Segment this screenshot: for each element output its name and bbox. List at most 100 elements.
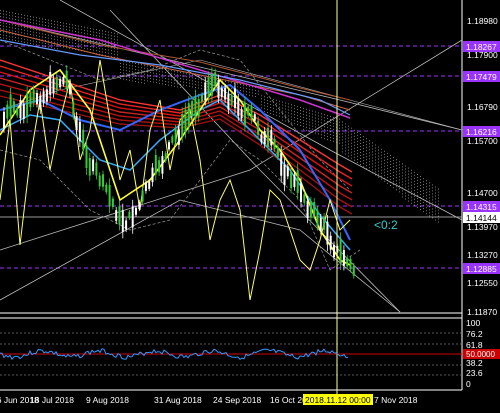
cloud-dot (45, 43, 46, 44)
cloud-dot (75, 28, 76, 29)
cloud-dot (318, 124, 319, 126)
cloud-dot (396, 177, 397, 179)
cloud-dot (84, 44, 85, 46)
cloud-dot (309, 121, 310, 123)
cloud-dot (27, 30, 28, 32)
cloud-dot (192, 80, 193, 82)
candle-body (290, 171, 293, 189)
level-price-label: 1.16216 (466, 127, 497, 137)
candle-body (78, 121, 81, 142)
price-axis[interactable]: 1.18980 1.17900 1.16790 1.15700 1.14700 … (463, 16, 500, 317)
cloud-dot (438, 200, 439, 202)
cloud-dot (120, 72, 121, 73)
candle-body (82, 129, 85, 150)
cloud-dot (3, 22, 4, 24)
cloud-dot (330, 137, 331, 138)
cloud-dot (93, 31, 94, 33)
candle-body (69, 82, 71, 95)
price-tick-label: 1.15700 (467, 136, 498, 146)
cloud-dot (3, 16, 4, 18)
cloud-dot (201, 79, 202, 81)
candle-body (22, 104, 25, 119)
time-axis[interactable]: 26 Jun 2018 18 Jul 2018 9 Aug 2018 31 Au… (0, 394, 418, 405)
cloud-dot (324, 138, 325, 140)
candle-body (326, 221, 329, 245)
cloud-dot (6, 35, 7, 37)
cloud-dot (369, 140, 370, 142)
cloud-dot (180, 75, 181, 76)
cloud-dot (309, 124, 310, 126)
cloud-dot (411, 199, 412, 201)
cloud-dot (168, 78, 169, 80)
candle-body (36, 93, 38, 105)
cloud-dot (165, 75, 166, 76)
candle-body (92, 159, 95, 172)
cloud-dot (264, 111, 265, 113)
cloud-dot (420, 176, 421, 177)
cloud-dot (288, 118, 289, 120)
cloud-dot (6, 17, 7, 19)
cloud-dot (9, 29, 10, 31)
cloud-dot (30, 34, 31, 35)
cloud-dot (381, 154, 382, 156)
chart-plot-area[interactable] (0, 0, 463, 394)
cloud-dot (288, 115, 289, 117)
cloud-dot (15, 19, 16, 20)
cloud-dot (33, 16, 34, 18)
cloud-dot (426, 189, 427, 191)
cloud-dot (171, 70, 172, 72)
cloud-dot (378, 164, 379, 166)
cloud-dot (126, 64, 127, 66)
cloud-dot (114, 35, 115, 37)
cloud-dot (339, 127, 340, 129)
cloud-dot (51, 41, 52, 43)
candle-body (243, 102, 246, 125)
trading-chart[interactable]: 1.18980 1.17900 1.16790 1.15700 1.14700 … (0, 0, 500, 408)
cloud-dot (426, 210, 427, 212)
cloud-dot (402, 190, 403, 192)
cloud-dot (144, 79, 145, 81)
cloud-dot (396, 189, 397, 191)
current-price-label: 1.14144 (466, 213, 497, 223)
candle-body (204, 82, 207, 101)
cloud-dot (411, 187, 412, 189)
cloud-dot (390, 158, 391, 159)
cloud-dot (135, 72, 136, 73)
cloud-dot (321, 122, 322, 124)
cloud-dot (417, 206, 418, 208)
candle-body (207, 77, 210, 98)
cloud-dot (399, 188, 400, 190)
cloud-dot (264, 105, 265, 107)
cloud-dot (117, 36, 118, 38)
cloud-dot (183, 81, 184, 83)
cloud-dot (201, 76, 202, 78)
cloud-dot (318, 121, 319, 123)
cloud-dot (408, 185, 409, 187)
cloud-dot (0, 34, 1, 35)
cloud-dot (348, 125, 349, 127)
cloud-dot (405, 177, 406, 179)
cloud-dot (333, 137, 334, 139)
cloud-dot (360, 134, 361, 135)
cloud-dot (435, 216, 436, 218)
cloud-dot (42, 21, 43, 23)
cloud-dot (306, 108, 307, 110)
cloud-dot (438, 209, 439, 211)
cloud-dot (297, 124, 298, 126)
cloud-dot (366, 165, 367, 167)
cloud-dot (438, 194, 439, 196)
candle-body (55, 77, 58, 91)
cloud-dot (126, 79, 127, 81)
cloud-dot (18, 37, 19, 39)
cloud-dot (384, 171, 385, 173)
cloud-dot (144, 73, 145, 75)
cloud-dot (438, 221, 439, 223)
cloud-dot (54, 47, 55, 49)
cloud-dot (135, 75, 136, 76)
cloud-dot (18, 31, 19, 33)
cloud-dot (294, 117, 295, 119)
cloud-dot (396, 159, 397, 161)
cloud-dot (54, 20, 55, 22)
indicator-axis[interactable]: 100 76.2 61.8 50.0000 38.2 23.6 0 (463, 318, 500, 389)
cloud-dot (144, 64, 145, 66)
